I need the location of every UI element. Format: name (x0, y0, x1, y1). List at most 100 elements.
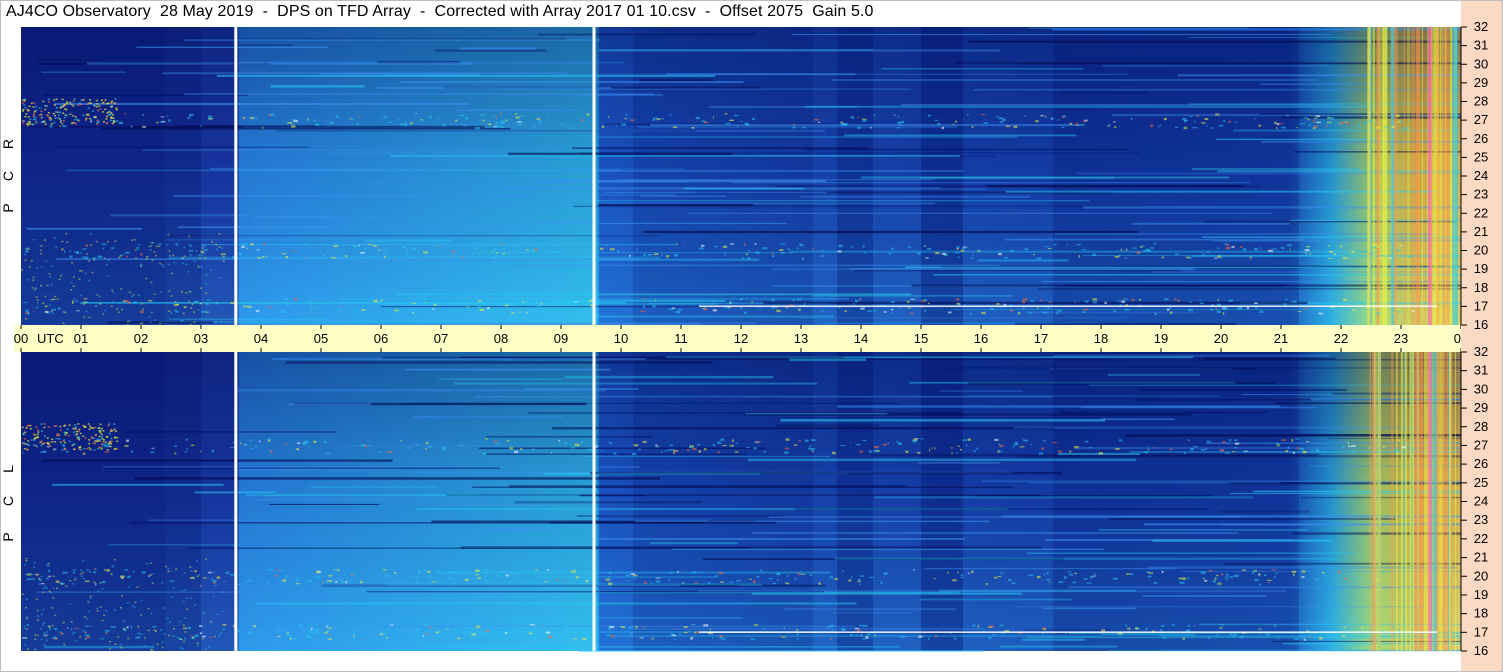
activity-speckle (1337, 571, 1341, 574)
activity-speckle (798, 440, 802, 442)
activity-speckle (1083, 120, 1086, 123)
activity-speckle (327, 580, 333, 582)
activity-speckle (189, 307, 192, 309)
activity-speckle (73, 298, 76, 300)
activity-speckle (172, 635, 176, 637)
activity-speckle (182, 312, 185, 315)
band-streak (54, 102, 469, 106)
activity-speckle (99, 447, 103, 450)
activity-speckle (63, 643, 66, 646)
activity-speckle (114, 103, 117, 105)
activity-speckle (1342, 257, 1348, 260)
activity-speckle (1388, 257, 1392, 259)
activity-speckle (128, 586, 131, 588)
band-streak (508, 485, 908, 488)
activity-speckle (117, 636, 120, 638)
activity-speckle (655, 444, 658, 447)
band-streak (216, 74, 716, 77)
activity-speckle (948, 311, 952, 314)
activity-speckle (586, 113, 590, 116)
activity-speckle (895, 441, 900, 443)
activity-speckle (446, 577, 450, 579)
activity-speckle (792, 299, 795, 302)
activity-speckle (1048, 301, 1053, 303)
activity-speckle (1315, 449, 1320, 452)
activity-speckle (192, 576, 195, 578)
activity-speckle (600, 450, 603, 452)
activity-speckle (119, 643, 122, 646)
activity-speckle (506, 440, 510, 442)
activity-speckle (205, 283, 208, 285)
activity-speckle (400, 123, 404, 126)
activity-speckle (133, 606, 136, 609)
activity-speckle (1139, 246, 1143, 248)
activity-speckle (265, 255, 268, 257)
activity-speckle (116, 436, 119, 439)
activity-speckle (359, 581, 363, 584)
activity-speckle (51, 298, 56, 301)
activity-speckle (26, 578, 31, 581)
activity-speckle (190, 597, 193, 600)
activity-speckle (181, 319, 184, 322)
activity-speckle (1104, 301, 1107, 305)
activity-speckle (736, 580, 741, 582)
activity-speckle (209, 311, 211, 313)
activity-speckle (957, 571, 959, 574)
activity-speckle (1084, 300, 1089, 303)
activity-speckle (91, 271, 94, 274)
activity-speckle (78, 102, 81, 104)
activity-speckle (1163, 117, 1167, 120)
activity-speckle (96, 119, 99, 122)
activity-speckle (667, 448, 670, 451)
activity-speckle (674, 627, 677, 630)
activity-speckle (176, 636, 179, 639)
activity-speckle (493, 114, 496, 118)
hot-stripe (1378, 352, 1382, 651)
activity-speckle (193, 300, 199, 303)
time-tick-label: 21 (1274, 331, 1288, 346)
activity-speckle (1146, 571, 1151, 573)
activity-speckle (282, 630, 286, 632)
activity-speckle (1395, 114, 1401, 117)
activity-speckle (482, 452, 487, 455)
activity-speckle (38, 577, 41, 580)
activity-speckle (211, 241, 214, 243)
band-streak (41, 71, 126, 74)
activity-speckle (959, 448, 963, 451)
activity-speckle (197, 254, 203, 256)
activity-speckle (65, 432, 68, 434)
activity-speckle (502, 252, 505, 255)
activity-speckle (817, 121, 821, 124)
band-streak (625, 627, 985, 630)
activity-speckle (333, 245, 339, 248)
activity-speckle (977, 250, 981, 252)
activity-speckle (1381, 570, 1385, 573)
activity-speckle (82, 452, 86, 455)
activity-speckle (314, 308, 319, 310)
activity-speckle (1187, 624, 1191, 627)
activity-speckle (165, 244, 168, 246)
activity-speckle (180, 290, 183, 293)
activity-speckle (152, 625, 157, 628)
activity-speckle (93, 581, 96, 584)
activity-speckle (102, 111, 105, 113)
activity-speckle (307, 633, 310, 636)
activity-speckle (1113, 310, 1116, 313)
activity-speckle (48, 273, 51, 275)
activity-speckle (74, 426, 77, 428)
activity-speckle (1001, 118, 1006, 121)
activity-speckle (1074, 301, 1076, 303)
activity-speckle (94, 116, 97, 119)
activity-speckle (22, 451, 24, 454)
activity-speckle (1117, 300, 1121, 302)
activity-speckle (1366, 302, 1370, 304)
activity-speckle (1305, 252, 1307, 254)
activity-speckle (785, 307, 789, 309)
activity-speckle (85, 297, 88, 300)
activity-speckle (441, 447, 447, 449)
activity-speckle (292, 637, 297, 640)
activity-speckle (1027, 312, 1033, 314)
activity-speckle (569, 127, 573, 129)
activity-speckle (661, 451, 663, 453)
activity-speckle (890, 301, 895, 303)
